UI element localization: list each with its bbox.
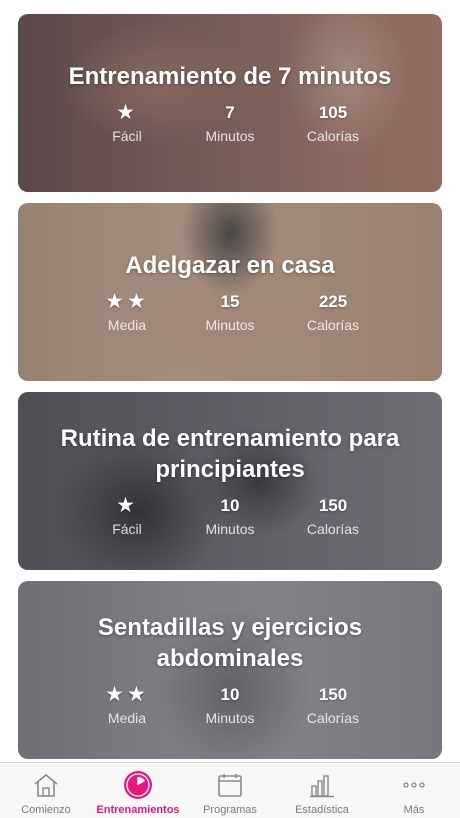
minutes-value: 15 — [220, 291, 240, 311]
difficulty-label: Media — [107, 710, 147, 726]
star-icon: ★★ — [105, 683, 149, 706]
minutes-stat: 10 Minutos — [180, 495, 280, 539]
tab-label: Estadística — [295, 804, 349, 816]
calendar-icon — [215, 771, 245, 799]
workout-title: Entrenamiento de 7 minutos — [68, 62, 392, 90]
workout-stats: ★★ Media 10 Minutos 150 Calorías — [77, 684, 383, 728]
workout-title: Adelgazar en casa — [125, 251, 335, 279]
tab-comienzo[interactable]: Comienzo — [0, 763, 92, 818]
star-icon: ★ — [116, 494, 138, 517]
minutes-label: Minutos — [205, 316, 255, 333]
difficulty-stat: ★ Fácil — [77, 495, 177, 539]
workout-card-principiantes[interactable]: Rutina de entrenamiento para principiant… — [18, 392, 442, 570]
calories-stat: 105 Calorías — [283, 102, 383, 146]
tab-label: Más — [403, 804, 425, 816]
minutes-value: 10 — [220, 685, 240, 704]
calories-stat: 225 Calorías — [283, 291, 383, 335]
calories-value: 225 — [318, 291, 348, 311]
minutes-label: Minutos — [205, 127, 255, 144]
star-icon: ★ — [116, 100, 138, 124]
tab-label: Comienzo — [21, 804, 71, 816]
difficulty-label: Media — [107, 316, 147, 333]
tab-label: Programas — [203, 804, 257, 816]
calories-value: 150 — [318, 496, 348, 515]
calories-stat: 150 Calorías — [283, 495, 383, 539]
calories-label: Calorías — [306, 127, 360, 144]
calories-value: 150 — [318, 685, 348, 704]
tab-label: Entrenamientos — [96, 804, 180, 816]
workout-title: Sentadillas y ejercicios abdominales — [97, 614, 363, 672]
calories-label: Calorías — [306, 521, 360, 537]
minutes-stat: 15 Minutos — [180, 291, 280, 335]
difficulty-stat: ★★ Media — [77, 289, 177, 335]
minutes-value: 10 — [220, 496, 240, 515]
workout-list: Entrenamiento de 7 minutos ★ Fácil 7 Min… — [0, 0, 460, 762]
bottom-tab-bar: Comienzo Entrenamientos Programas Estadí… — [0, 762, 460, 818]
difficulty-stat: ★ Fácil — [77, 100, 177, 146]
difficulty-label: Fácil — [112, 521, 142, 537]
difficulty-label: Fácil — [112, 127, 142, 144]
calories-label: Calorías — [306, 710, 360, 726]
workout-card-sentadillas[interactable]: Sentadillas y ejercicios abdominales ★★ … — [18, 581, 442, 759]
tab-mas[interactable]: Más — [368, 763, 460, 818]
workout-card-7-minutos[interactable]: Entrenamiento de 7 minutos ★ Fácil 7 Min… — [18, 14, 442, 192]
minutes-label: Minutos — [205, 710, 255, 726]
calories-stat: 150 Calorías — [283, 684, 383, 728]
more-dots-icon — [399, 771, 429, 799]
workout-title: Rutina de entrenamiento para principiant… — [60, 425, 400, 483]
minutes-label: Minutos — [205, 521, 255, 537]
workout-stats: ★ Fácil 7 Minutos 105 Calorías — [77, 100, 383, 146]
bar-chart-icon — [307, 771, 337, 799]
stopwatch-icon — [123, 771, 153, 799]
tab-estadistica[interactable]: Estadística — [276, 763, 368, 818]
workout-stats: ★ Fácil 10 Minutos 150 Calorías — [77, 495, 383, 539]
home-icon — [31, 771, 61, 799]
minutes-value: 7 — [225, 102, 235, 122]
tab-programas[interactable]: Programas — [184, 763, 276, 818]
tab-entrenamientos[interactable]: Entrenamientos — [92, 763, 184, 818]
workout-card-adelgazar[interactable]: Adelgazar en casa ★★ Media 15 Minutos 22… — [18, 203, 442, 381]
star-icon: ★★ — [105, 289, 149, 313]
difficulty-stat: ★★ Media — [77, 684, 177, 728]
minutes-stat: 7 Minutos — [180, 102, 280, 146]
minutes-stat: 10 Minutos — [180, 684, 280, 728]
workout-stats: ★★ Media 15 Minutos 225 Calorías — [77, 289, 383, 335]
calories-label: Calorías — [306, 316, 360, 333]
calories-value: 105 — [318, 102, 348, 122]
